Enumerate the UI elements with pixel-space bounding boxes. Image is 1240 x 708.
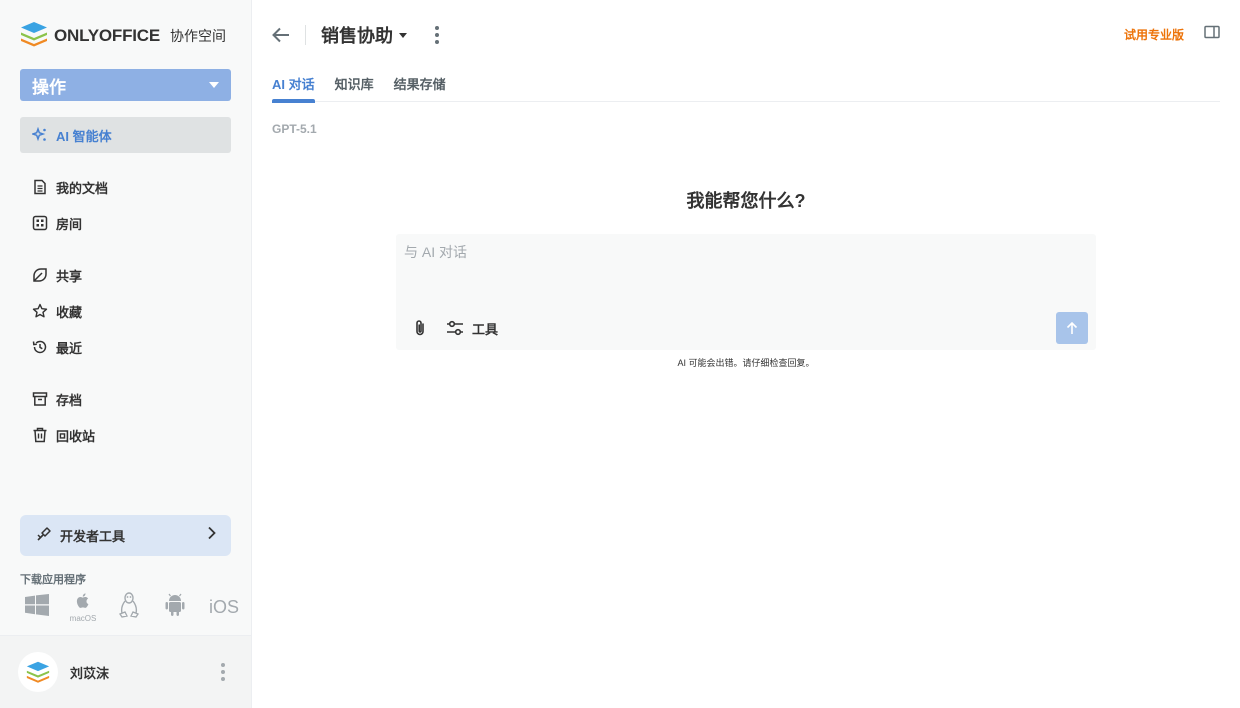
- trash-icon: [32, 427, 48, 443]
- ai-disclaimer: AI 可能会出错。请仔细检查回复。: [677, 358, 815, 368]
- model-selector[interactable]: GPT-5.1: [272, 122, 317, 136]
- tab-knowledge-base[interactable]: 知识库: [335, 74, 374, 102]
- user-menu-button[interactable]: [215, 663, 231, 681]
- arrow-left-icon: [272, 27, 289, 43]
- dot: [221, 670, 225, 674]
- tools-button[interactable]: 工具: [446, 318, 498, 338]
- sliders-icon: [447, 320, 463, 336]
- developer-tools-button[interactable]: 开发者工具: [20, 515, 231, 556]
- attach-button[interactable]: [410, 318, 430, 338]
- dot: [435, 40, 439, 44]
- sidebar-item-label: 我的文档: [56, 180, 109, 196]
- send-button[interactable]: [1056, 312, 1088, 344]
- info-panel-toggle[interactable]: [1204, 25, 1220, 44]
- actions-button[interactable]: 操作: [20, 69, 231, 101]
- macos-app-link[interactable]: macOS: [69, 591, 97, 623]
- onlyoffice-avatar-icon: [26, 661, 50, 683]
- sidebar-item-ai-agents[interactable]: AI 智能体: [20, 117, 231, 153]
- dot: [221, 677, 225, 681]
- history-icon: [32, 339, 48, 355]
- chevron-down-icon: [209, 82, 219, 88]
- chat-greeting: 我能帮您什么?: [686, 191, 806, 211]
- ios-app-link[interactable]: iOS: [208, 592, 240, 622]
- sidebar-item-label: 房间: [56, 216, 83, 232]
- sidebar-item-label: 存档: [56, 392, 83, 408]
- room-tabs: AI 对话 知识库 结果存储: [272, 74, 1220, 103]
- dot: [435, 26, 439, 30]
- sidebar-item-label: 共享: [56, 268, 83, 284]
- developer-tools-icon: [36, 526, 52, 545]
- brand-subtitle: 协作空间: [170, 28, 226, 44]
- sidebar-item-trash[interactable]: 回收站: [20, 417, 231, 453]
- sidebar-item-archive[interactable]: 存档: [20, 381, 231, 417]
- share-icon: [32, 267, 48, 283]
- room-title[interactable]: 销售协助: [321, 22, 407, 48]
- document-icon: [32, 179, 48, 195]
- header-actions: 试用专业版: [1124, 25, 1220, 44]
- try-pro-link[interactable]: 试用专业版: [1124, 26, 1184, 43]
- room-title-text: 销售协助: [321, 26, 393, 46]
- logo[interactable]: ONLYOFFICE 协作空间: [20, 20, 226, 53]
- android-icon: [164, 593, 186, 622]
- onlyoffice-logo-icon: [20, 20, 48, 53]
- room-more-button[interactable]: [429, 26, 445, 44]
- sidebar-item-label: 收藏: [56, 304, 83, 320]
- sidebar-item-recent[interactable]: 最近: [20, 329, 231, 365]
- sidebar-item-label: 回收站: [56, 428, 96, 444]
- rooms-icon: [32, 215, 48, 231]
- dot: [435, 33, 439, 37]
- sidebar-item-shared[interactable]: 共享: [20, 257, 231, 293]
- actions-button-label: 操作: [32, 77, 66, 97]
- sidebar-item-my-documents[interactable]: 我的文档: [20, 169, 231, 205]
- download-apps-title: 下载应用程序: [20, 574, 86, 586]
- sidebar: ONLYOFFICE 协作空间 操作 AI 智能体 我的文档 房间 共享 收藏 …: [0, 0, 252, 708]
- windows-icon: [25, 593, 49, 621]
- user-name: 刘苡沫: [70, 665, 110, 681]
- star-icon: [32, 303, 48, 319]
- dot: [221, 663, 225, 667]
- ai-sparkle-icon: [32, 127, 48, 143]
- chevron-right-icon: [207, 526, 217, 545]
- android-app-link[interactable]: [162, 592, 188, 622]
- sidebar-item-label: AI 智能体: [56, 128, 112, 144]
- macos-label: macOS: [69, 614, 97, 623]
- developer-tools-label: 开发者工具: [60, 529, 126, 544]
- download-apps: macOS iOS: [24, 591, 240, 623]
- paperclip-icon: [416, 320, 424, 336]
- tools-label: 工具: [472, 321, 499, 337]
- windows-app-link[interactable]: [24, 592, 50, 622]
- tab-result-storage[interactable]: 结果存储: [394, 74, 446, 102]
- header-divider: [305, 25, 306, 45]
- avatar[interactable]: [18, 652, 58, 692]
- ios-label: iOS: [208, 596, 239, 617]
- chat-composer: 工具: [396, 234, 1096, 350]
- linux-app-link[interactable]: [116, 591, 142, 623]
- arrow-up-icon: [1066, 321, 1078, 334]
- back-button[interactable]: [272, 26, 290, 44]
- archive-icon: [32, 391, 48, 407]
- side-panel-icon: [1204, 25, 1220, 39]
- sidebar-item-rooms[interactable]: 房间: [20, 205, 231, 241]
- user-profile-bar: 刘苡沫: [0, 635, 251, 708]
- sidebar-item-label: 最近: [56, 340, 83, 356]
- chat-input[interactable]: [404, 242, 1088, 302]
- brand-name: ONLYOFFICE: [54, 26, 160, 45]
- sidebar-item-favorites[interactable]: 收藏: [20, 293, 231, 329]
- room-header: 销售协助 试用专业版: [272, 20, 1220, 50]
- tab-ai-chat[interactable]: AI 对话: [272, 74, 315, 103]
- caret-down-icon: [399, 32, 407, 38]
- linux-icon: [118, 591, 140, 623]
- apple-icon: [73, 591, 93, 616]
